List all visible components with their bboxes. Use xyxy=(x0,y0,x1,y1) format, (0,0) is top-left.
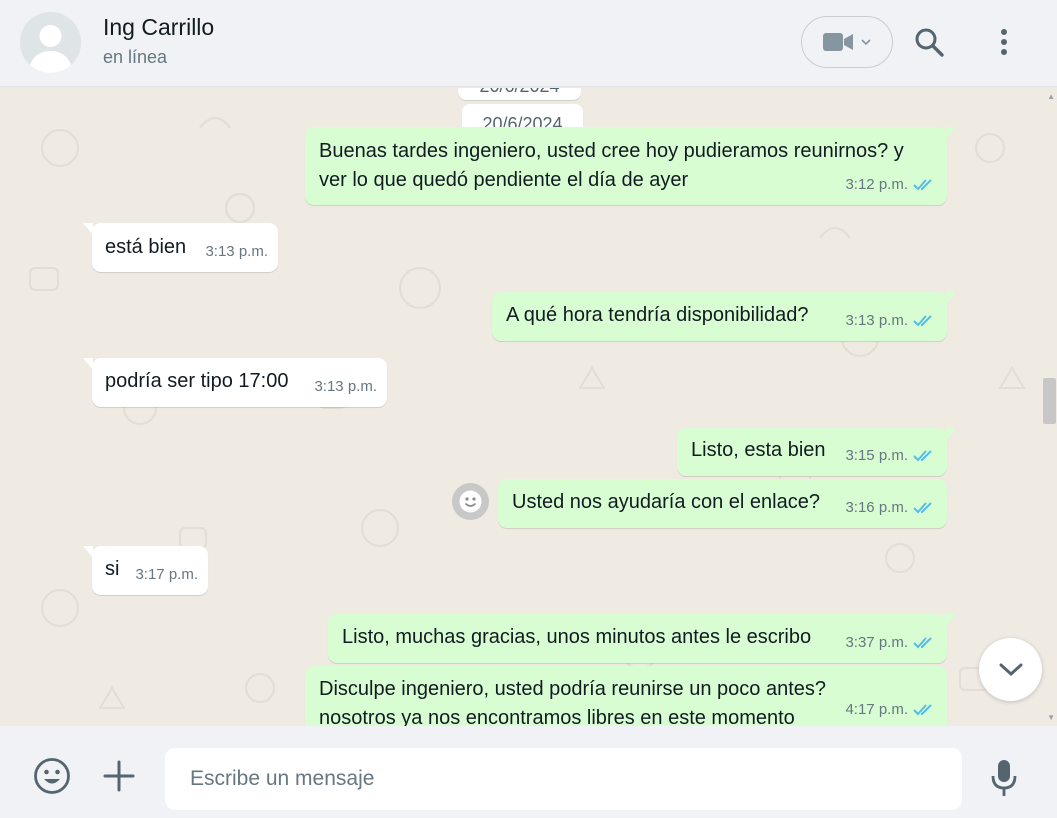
message-meta: 3:17 p.m. xyxy=(135,560,198,589)
avatar-default-icon xyxy=(20,12,81,73)
bubble-tail xyxy=(83,546,93,558)
message-time: 3:13 p.m. xyxy=(314,378,377,395)
outgoing-message[interactable]: A qué hora tendría disponibilidad? 3:13 … xyxy=(492,292,956,341)
message-time: 3:13 p.m. xyxy=(205,243,268,260)
date-chip: 20/6/2024 xyxy=(458,88,581,100)
message-text: Buenas tardes ingeniero, usted cree hoy … xyxy=(319,140,904,162)
message-meta: 3:13 p.m. xyxy=(314,372,377,401)
message-meta: 3:12 p.m. xyxy=(845,170,937,199)
incoming-message[interactable]: está bien 3:13 p.m. xyxy=(83,223,278,272)
chevron-down-icon xyxy=(999,663,1022,676)
search-button[interactable] xyxy=(912,24,946,60)
bubble-tail xyxy=(83,358,93,370)
message-time: 3:17 p.m. xyxy=(135,566,198,583)
message-text: Listo, esta bien xyxy=(691,439,826,461)
message-meta: 3:37 p.m. xyxy=(845,628,937,657)
message-time: 3:37 p.m. xyxy=(845,634,908,651)
smiley-icon xyxy=(459,490,482,513)
voice-message-button[interactable] xyxy=(986,756,1022,800)
double-check-read-icon xyxy=(913,178,932,190)
message-time: 3:12 p.m. xyxy=(845,176,908,193)
plus-icon xyxy=(103,760,135,792)
attach-button[interactable] xyxy=(100,756,138,796)
message-composer xyxy=(0,726,1057,818)
bubble-tail xyxy=(946,614,956,626)
double-check-read-icon xyxy=(913,501,932,513)
message-input[interactable] xyxy=(165,748,962,810)
double-check-read-icon xyxy=(913,636,932,648)
bubble-tail xyxy=(946,292,956,304)
outgoing-message[interactable]: Disculpe ingeniero, usted podría reunirs… xyxy=(305,666,947,726)
message-text: nosotros ya nos encontramos libres en es… xyxy=(319,707,795,726)
emoji-button[interactable] xyxy=(32,756,72,796)
message-time: 4:17 p.m. xyxy=(845,701,908,718)
menu-button[interactable] xyxy=(988,24,1020,60)
message-text: está bien xyxy=(105,236,187,258)
incoming-message[interactable]: si 3:17 p.m. xyxy=(83,546,208,595)
double-check-read-icon xyxy=(913,314,932,326)
outgoing-message[interactable]: Usted nos ayudaría con el enlace? 3:16 p… xyxy=(498,479,947,528)
incoming-message[interactable]: podría ser tipo 17:00 3:13 p.m. xyxy=(83,358,387,407)
double-check-read-icon xyxy=(913,449,932,461)
chevron-down-icon xyxy=(861,39,871,46)
emoji-icon xyxy=(34,758,70,794)
message-text: ver lo que quedó pendiente el día de aye… xyxy=(319,169,689,191)
message-text: Listo, muchas gracias, unos minutos ante… xyxy=(342,626,812,648)
bubble-tail xyxy=(83,223,93,235)
menu-dots-icon xyxy=(1001,29,1007,55)
message-text: A qué hora tendría disponibilidad? xyxy=(506,304,809,326)
message-meta: 3:13 p.m. xyxy=(205,237,268,266)
contact-status: en línea xyxy=(103,47,168,67)
scroll-down-arrow-icon[interactable]: ▼ xyxy=(1047,713,1055,722)
message-time: 3:13 p.m. xyxy=(845,312,908,329)
outgoing-message[interactable]: Listo, esta bien 3:15 p.m. xyxy=(677,428,956,476)
bubble-tail xyxy=(946,127,956,139)
double-check-read-icon xyxy=(913,703,932,715)
message-meta: 4:17 p.m. xyxy=(845,695,937,724)
message-text: si xyxy=(105,558,120,580)
message-text: Usted nos ayudaría con el enlace? xyxy=(512,491,820,513)
video-call-icon xyxy=(823,33,853,51)
contact-name[interactable]: Ing Carrillo xyxy=(103,14,214,41)
scroll-up-arrow-icon[interactable]: ▲ xyxy=(1047,92,1055,101)
scroll-to-bottom-button[interactable] xyxy=(979,638,1042,701)
chat-header: Ing Carrillo en línea xyxy=(0,0,1057,87)
outgoing-message[interactable]: Buenas tardes ingeniero, usted cree hoy … xyxy=(305,127,956,205)
message-meta: 3:15 p.m. xyxy=(845,441,937,470)
search-icon xyxy=(915,28,944,57)
message-time: 3:16 p.m. xyxy=(845,499,908,516)
contact-avatar[interactable] xyxy=(20,12,81,73)
video-call-button[interactable] xyxy=(801,16,893,68)
react-emoji-button[interactable] xyxy=(452,483,489,520)
message-meta: 3:16 p.m. xyxy=(845,493,937,522)
message-text: podría ser tipo 17:00 xyxy=(105,370,289,392)
chat-messages-area[interactable]: 20/6/2024 20/6/2024 Buenas tardes ingeni… xyxy=(0,88,1057,726)
message-meta: 3:13 p.m. xyxy=(845,306,937,335)
microphone-icon xyxy=(991,760,1017,796)
scrollbar-thumb[interactable] xyxy=(1043,378,1056,424)
outgoing-message[interactable]: Listo, muchas gracias, unos minutos ante… xyxy=(328,614,956,663)
bubble-tail xyxy=(946,428,956,440)
message-text: Disculpe ingeniero, usted podría reunirs… xyxy=(319,678,826,700)
message-time: 3:15 p.m. xyxy=(845,447,908,464)
